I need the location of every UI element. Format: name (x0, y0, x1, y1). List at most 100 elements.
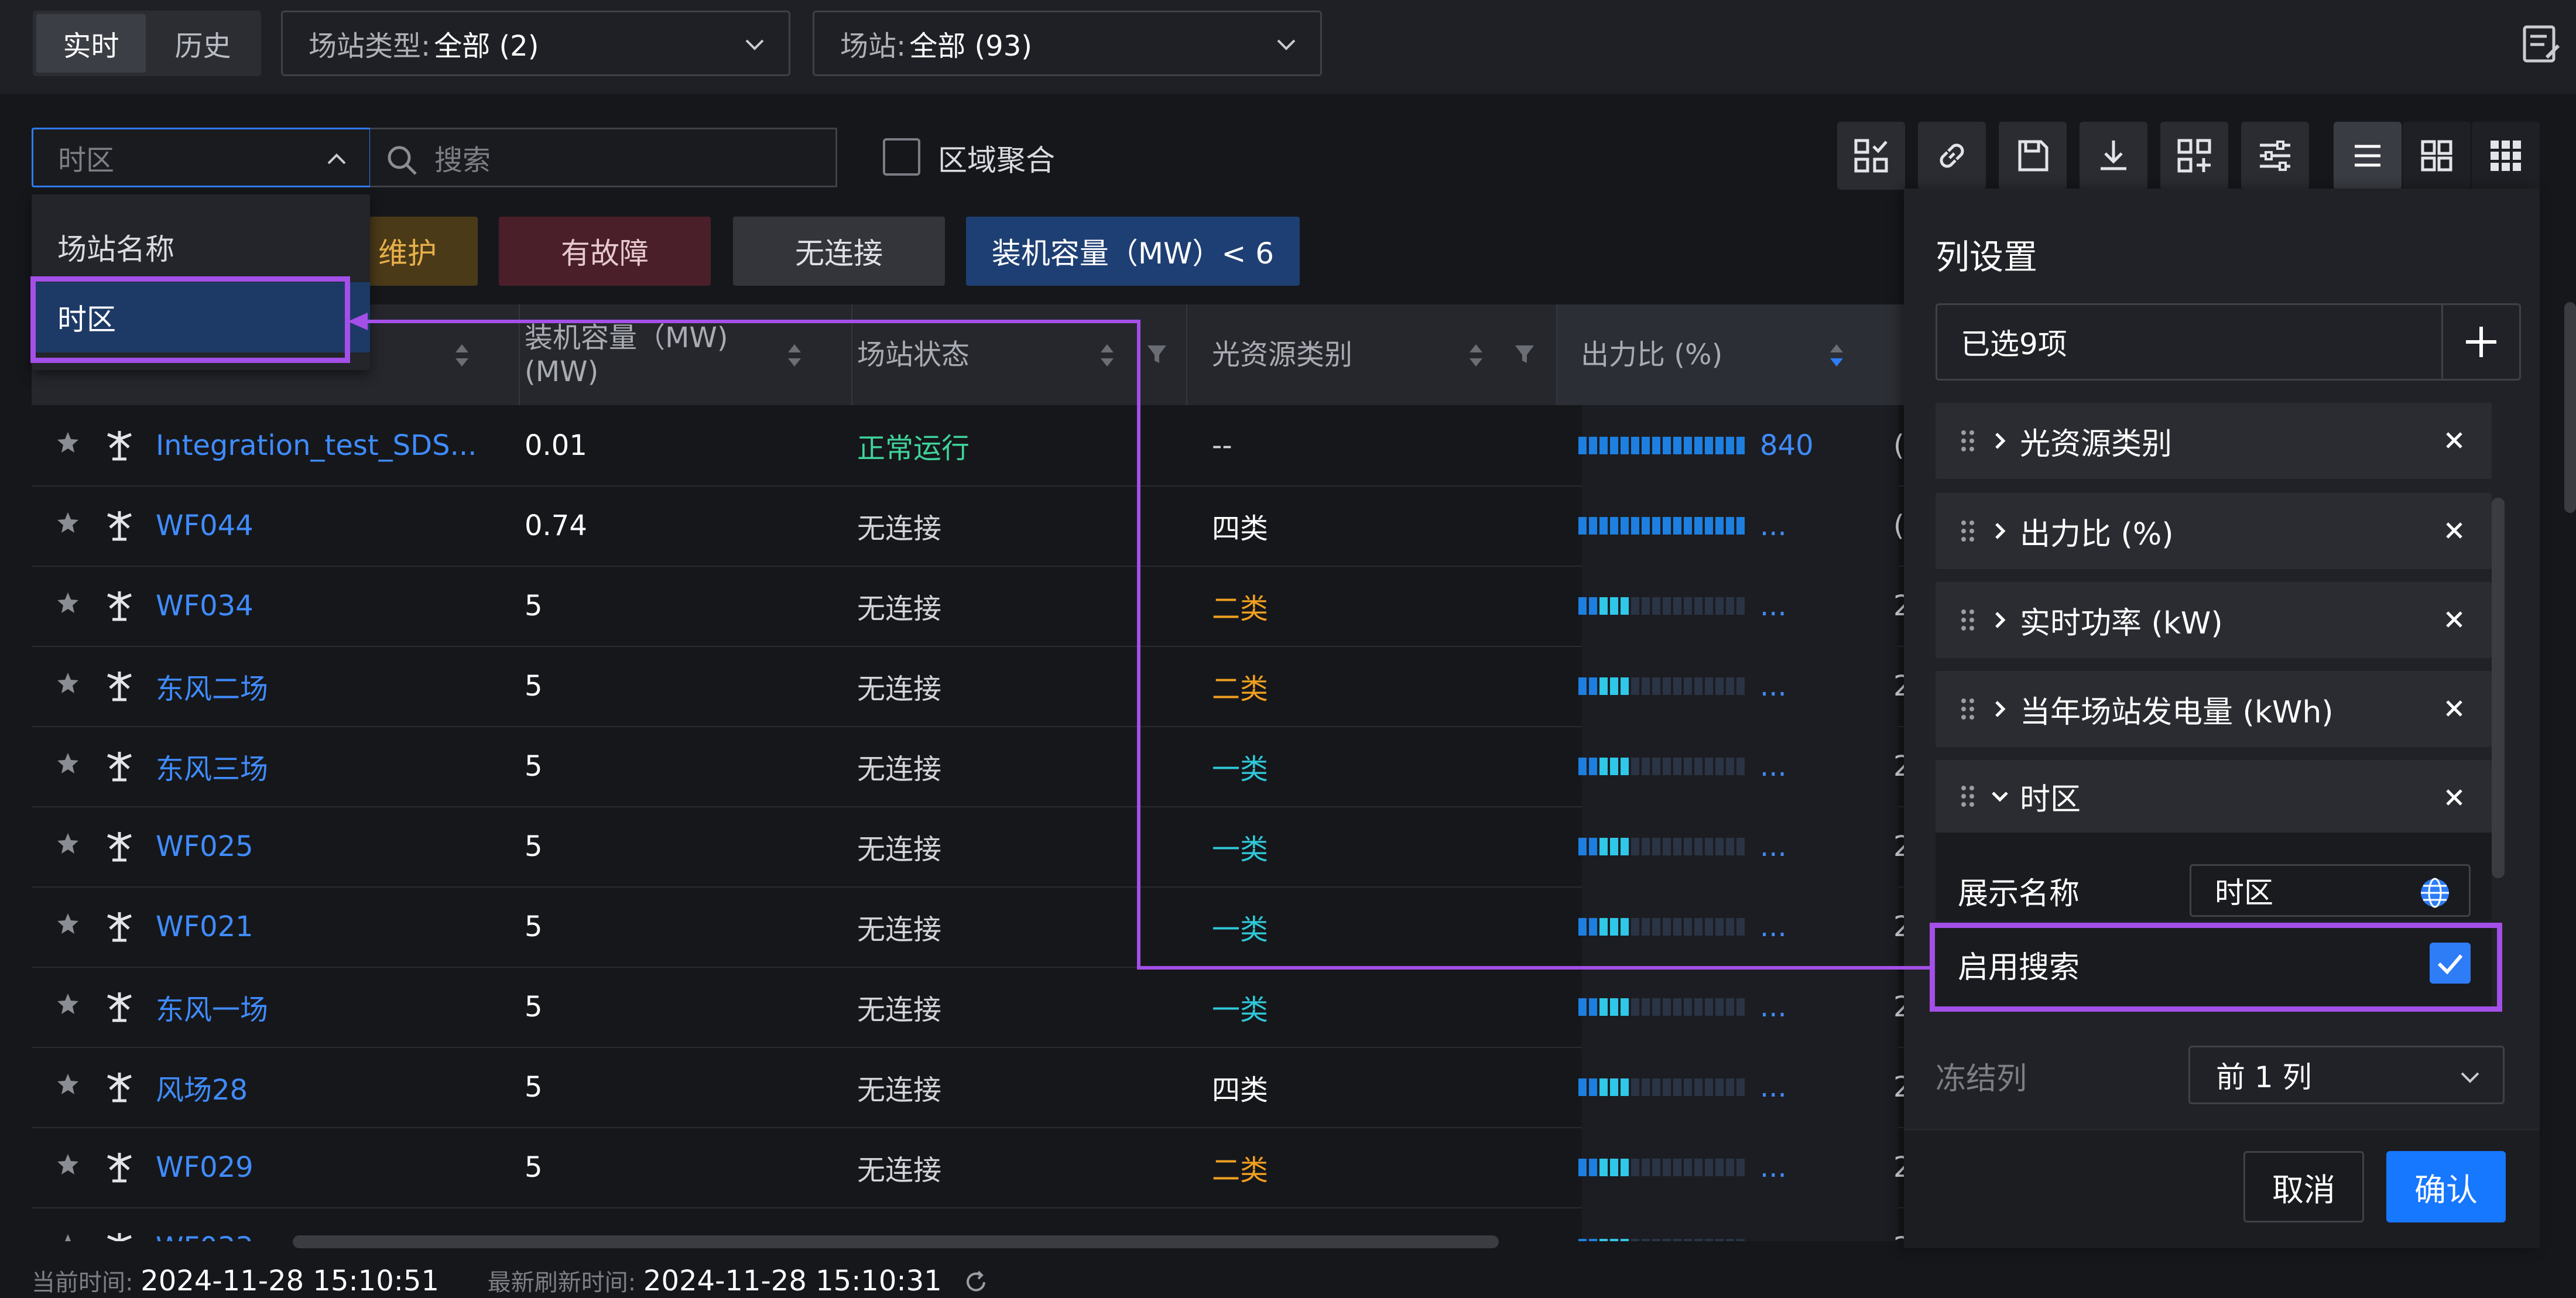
chevron-right-icon[interactable] (1988, 608, 2012, 632)
table-row[interactable]: 东风一场 5 无连接 一类... 2 (32, 967, 1905, 1048)
table-row[interactable]: WF034 5 无连接 二类... 2 (32, 566, 1905, 647)
filter-icon[interactable] (1145, 342, 1169, 365)
add-column-button[interactable] (2441, 305, 2519, 379)
table-row[interactable]: 东风三场 5 无连接 一类... 2 (32, 726, 1905, 807)
close-icon[interactable] (2443, 519, 2466, 542)
horizontal-scrollbar[interactable] (293, 1235, 1499, 1248)
search-field-select[interactable]: 时区 (32, 128, 371, 187)
station-name-link[interactable]: WF029 (156, 1127, 254, 1207)
edit-note-icon[interactable] (2521, 23, 2562, 64)
close-icon[interactable] (2443, 429, 2466, 452)
selected-columns-field[interactable]: 已选9项 (1936, 303, 2521, 381)
close-icon[interactable] (2443, 697, 2466, 720)
chip-capacity-filter[interactable]: 装机容量（MW）< 6 (966, 217, 1300, 286)
confirm-button[interactable]: 确认 (2386, 1151, 2506, 1222)
station-name-link[interactable]: WF044 (156, 485, 254, 566)
sort-icon[interactable] (1828, 340, 1845, 371)
chevron-right-icon[interactable] (1988, 697, 2012, 721)
close-icon[interactable] (2443, 608, 2466, 631)
star-icon[interactable] (55, 430, 81, 456)
station-name-link[interactable]: WF033 (156, 1207, 254, 1242)
display-name-input[interactable]: 时区 (2190, 864, 2471, 917)
close-icon[interactable] (2443, 786, 2466, 809)
filter-icon[interactable] (1513, 342, 1536, 365)
grid-icon (2421, 140, 2452, 172)
star-icon[interactable] (55, 1071, 81, 1097)
table-row[interactable]: Integration_test_SDS... 0.01 正常运行 -- 840 ( (32, 405, 1905, 487)
chip-no-connection[interactable]: 无连接 (733, 217, 945, 286)
sort-icon[interactable] (786, 340, 803, 371)
column-item[interactable]: 出力比 (%) (1936, 493, 2492, 569)
chip-fault[interactable]: 有故障 (499, 217, 711, 286)
ratio-bar-segment (1642, 1238, 1650, 1241)
chevron-right-icon[interactable] (1988, 429, 2012, 453)
station-name-link[interactable]: 东风三场 (156, 726, 268, 806)
sort-icon[interactable] (1467, 340, 1485, 371)
star-icon[interactable] (55, 831, 81, 857)
station-name-link[interactable]: Integration_test_SDS... (156, 405, 477, 485)
output-ratio-cell: 840 (1578, 405, 1814, 485)
globe-icon[interactable] (2419, 876, 2451, 909)
column-settings-button[interactable] (2241, 122, 2309, 190)
chevron-down-icon[interactable] (1988, 785, 2012, 808)
table-row[interactable]: WF025 5 无连接 一类... 2 (32, 806, 1905, 888)
add-widget-button[interactable] (2160, 122, 2228, 190)
station-select[interactable]: 场站: 全部 (93) (813, 11, 1322, 76)
save-button[interactable] (1999, 122, 2067, 190)
station-name-link[interactable]: WF025 (156, 806, 254, 886)
view-grid-button[interactable] (2403, 122, 2471, 190)
drag-handle-icon[interactable] (1959, 428, 1976, 454)
station-type-select[interactable]: 场站类型: 全部 (2) (281, 11, 790, 76)
refresh-icon[interactable] (963, 1269, 989, 1295)
download-button[interactable] (2080, 122, 2147, 190)
page-scrollbar[interactable] (2564, 302, 2576, 513)
station-name-link[interactable]: 东风一场 (156, 967, 268, 1047)
tab-realtime[interactable]: 实时 (36, 14, 146, 73)
star-icon[interactable] (55, 590, 81, 616)
link-button[interactable] (1918, 122, 1986, 190)
star-icon[interactable] (55, 1152, 81, 1177)
column-item[interactable]: 当年场站发电量 (kWh) (1936, 671, 2492, 747)
star-icon[interactable] (55, 1232, 81, 1241)
chevron-right-icon[interactable] (1988, 519, 2012, 543)
table-row[interactable]: WF044 0.74 无连接 四类... ( (32, 485, 1905, 567)
view-dense-grid-button[interactable] (2472, 122, 2540, 190)
ratio-bar-segment (1621, 436, 1629, 454)
display-name-label: 展示名称 (1958, 876, 2080, 912)
star-icon[interactable] (55, 510, 81, 536)
column-item[interactable]: 时区 (1936, 760, 2492, 833)
column-item[interactable]: 实时功率 (kW) (1936, 582, 2492, 658)
region-aggregate-checkbox[interactable] (883, 138, 920, 176)
star-icon[interactable] (55, 670, 81, 696)
header-output-ratio[interactable]: 出力比 (%) (1557, 304, 1905, 405)
view-list-button[interactable] (2334, 122, 2402, 190)
search-input[interactable]: 搜索 (370, 128, 837, 187)
option-station-name[interactable]: 场站名称 (32, 212, 370, 282)
sort-icon[interactable] (1098, 340, 1116, 371)
select-columns-button[interactable] (1837, 122, 1905, 190)
drag-handle-icon[interactable] (1959, 518, 1976, 544)
panel-scrollbar[interactable] (2492, 498, 2505, 878)
station-name-link[interactable]: WF034 (156, 566, 254, 646)
star-icon[interactable] (55, 751, 81, 776)
sort-icon[interactable] (453, 340, 471, 371)
star-icon[interactable] (55, 991, 81, 1017)
table-row[interactable]: WF029 5 无连接 二类... 2 (32, 1127, 1905, 1208)
station-name-link[interactable]: WF021 (156, 886, 254, 967)
cancel-button[interactable]: 取消 (2243, 1151, 2364, 1222)
chip-maintenance[interactable]: 维护 (351, 217, 478, 286)
tab-history[interactable]: 历史 (148, 14, 258, 73)
table-row[interactable]: 风场28 5 无连接 四类... 2 (32, 1047, 1905, 1128)
drag-handle-icon[interactable] (1959, 607, 1976, 633)
wind-turbine-icon (107, 672, 132, 701)
header-resource-type[interactable]: 光资源类别 (1212, 304, 1475, 405)
freeze-select[interactable]: 前 1 列 (2188, 1046, 2505, 1104)
drag-handle-icon[interactable] (1959, 783, 1976, 809)
table-row[interactable]: WF021 5 无连接 一类... 2 (32, 886, 1905, 968)
station-name-link[interactable]: 东风二场 (156, 646, 268, 726)
table-row[interactable]: 东风二场 5 无连接 二类... 2 (32, 646, 1905, 727)
station-name-link[interactable]: 风场28 (156, 1047, 248, 1127)
drag-handle-icon[interactable] (1959, 696, 1976, 722)
star-icon[interactable] (55, 911, 81, 937)
column-item[interactable]: 光资源类别 (1936, 403, 2492, 479)
